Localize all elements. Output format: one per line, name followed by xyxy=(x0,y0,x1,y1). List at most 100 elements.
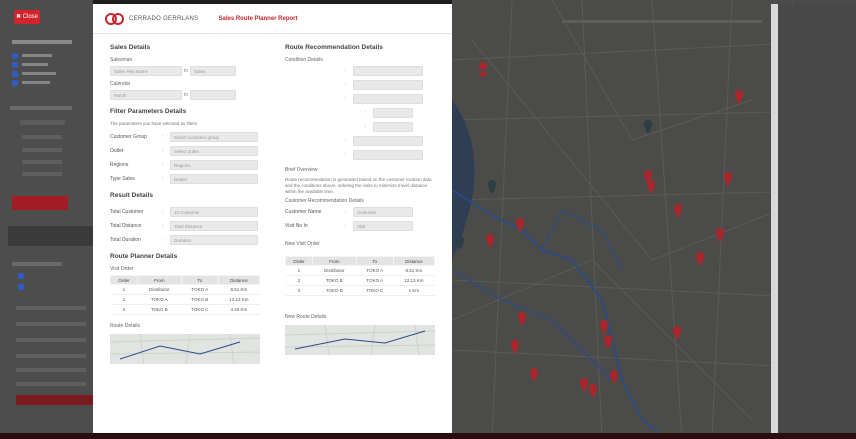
new-route-minimap xyxy=(285,325,435,355)
filter-row: Regions: Regions xyxy=(110,158,270,172)
sidebar-option[interactable] xyxy=(22,135,62,139)
sidebar-heading xyxy=(12,40,72,44)
sidebar-subheading xyxy=(10,106,72,110)
field-value xyxy=(373,108,413,118)
map-toolbar xyxy=(562,20,762,23)
map-pin-icon xyxy=(600,320,608,334)
map-pin-icon xyxy=(511,340,519,354)
table-row: 2 TOKO A TOKO B 12.13 Km xyxy=(110,294,260,305)
map-pin-icon xyxy=(580,378,588,392)
brief-overview-text: Route recommendation is generated based … xyxy=(285,177,432,194)
map-pin-icon xyxy=(486,234,494,248)
calendar-from-field: Month xyxy=(110,90,182,100)
right-panel xyxy=(778,4,856,439)
field-value xyxy=(373,122,413,132)
table-caption: Visit Order xyxy=(110,266,134,272)
table-header: To xyxy=(180,275,219,285)
list-item[interactable] xyxy=(12,69,56,78)
list-item[interactable] xyxy=(12,60,56,69)
sidebar-option[interactable] xyxy=(16,322,86,326)
section-note: The parameters you have selected as filt… xyxy=(110,121,198,126)
checkbox[interactable] xyxy=(12,79,18,86)
salesman-row: Sales Rep Name to Sales xyxy=(110,64,270,78)
customer-row: Visit No In: Visit xyxy=(285,219,445,233)
map-pin-icon xyxy=(674,204,682,218)
field-value: Customer xyxy=(353,207,413,217)
calendar-to-field xyxy=(190,90,236,100)
section-label: Brief Overview xyxy=(285,167,318,173)
water-body xyxy=(452,100,475,260)
condition-row: : xyxy=(285,148,445,162)
section-label: New Route Details xyxy=(285,314,327,320)
table-header: Order xyxy=(110,275,138,285)
sidebar-option[interactable] xyxy=(16,368,86,372)
map-pin-icon xyxy=(735,90,743,104)
field-label: Customer Group xyxy=(110,134,147,140)
checkbox[interactable] xyxy=(12,52,18,59)
field-value xyxy=(353,94,423,104)
table-header: To xyxy=(355,256,394,266)
list-item[interactable] xyxy=(12,51,56,60)
sidebar-option[interactable] xyxy=(20,120,65,125)
map-pin-icon xyxy=(673,326,681,340)
submit-button[interactable] xyxy=(16,395,93,405)
field-label: Total Distance xyxy=(110,223,142,229)
sidebar-checkbox-list xyxy=(12,51,56,87)
section-title: Filter Parameters Details xyxy=(110,108,187,115)
scrollbar[interactable] xyxy=(771,4,778,439)
field-value: Select customer group xyxy=(170,132,258,142)
table-row: 3 TOKO B TOKO C1 Km xyxy=(285,285,435,296)
map-pin-icon xyxy=(479,62,488,77)
report-right-column: Route Recommendation Details Condition D… xyxy=(285,44,445,355)
list-item[interactable] xyxy=(12,78,56,87)
field-label: Calendar xyxy=(110,81,131,87)
table-header: Order xyxy=(285,256,313,266)
route-minimap xyxy=(110,334,260,364)
table-header: Distance xyxy=(392,256,436,266)
sidebar-option[interactable] xyxy=(16,382,86,386)
sidebar-option[interactable] xyxy=(16,306,86,310)
field-label: Total Customer xyxy=(110,209,144,215)
map-pin-icon xyxy=(589,384,597,398)
field-value xyxy=(353,136,423,146)
route-line xyxy=(541,209,623,271)
field-label: Visit No In xyxy=(285,223,308,229)
checkbox[interactable] xyxy=(18,284,24,290)
close-button[interactable]: ✖ Close xyxy=(14,10,40,24)
table-header: From xyxy=(136,275,182,285)
filter-row: Outlet: Select outlet xyxy=(110,144,270,158)
table-row: 1 Distributor TOKO A 8.51 Km xyxy=(285,265,435,276)
checkbox[interactable] xyxy=(12,61,18,68)
sidebar-option[interactable] xyxy=(22,160,62,164)
table-row: 2 TOKO B TOKO A 12.13 Km xyxy=(285,275,435,286)
sidebar-option[interactable] xyxy=(16,338,86,342)
section-title: Route Recommendation Details xyxy=(285,44,383,51)
brand-name: CERRADO GERRLANS xyxy=(129,15,199,22)
visit-order-table: Order From To Distance 1 Distributor TOKO … xyxy=(110,275,261,315)
salesman-to-field: Sales xyxy=(190,66,236,76)
apply-button[interactable] xyxy=(12,196,68,210)
report-title: Sales Route Planner Report xyxy=(218,15,298,22)
map-pin-icon xyxy=(610,370,618,384)
field-value: Visit xyxy=(353,221,413,231)
sidebar-option[interactable] xyxy=(22,148,62,152)
condition-row: : xyxy=(285,120,445,134)
customer-row: Customer Name: Customer xyxy=(285,205,445,219)
result-row: Total Duration: Duration xyxy=(110,233,270,247)
field-label: Type Sales xyxy=(110,176,135,182)
map-pin-icon xyxy=(647,180,655,194)
sidebar-option[interactable] xyxy=(16,354,86,358)
field-label: Outlet xyxy=(110,148,124,154)
table-header: From xyxy=(311,256,357,266)
sidebar-option[interactable] xyxy=(22,172,62,176)
table-row: 3 TOKO B TOKO C 4.32 Km xyxy=(110,304,260,315)
map-pin-icon xyxy=(696,252,704,266)
field-value: Total Distance xyxy=(170,221,258,231)
result-row: Total Distance: Total Distance xyxy=(110,219,270,233)
section-title: Result Details xyxy=(110,192,153,199)
map-pin-icon xyxy=(518,312,526,326)
checkbox[interactable] xyxy=(12,70,18,77)
checkbox[interactable] xyxy=(18,273,24,279)
map-pin-icon xyxy=(604,335,612,349)
section-label: Customer Recommendation Details xyxy=(285,198,364,204)
